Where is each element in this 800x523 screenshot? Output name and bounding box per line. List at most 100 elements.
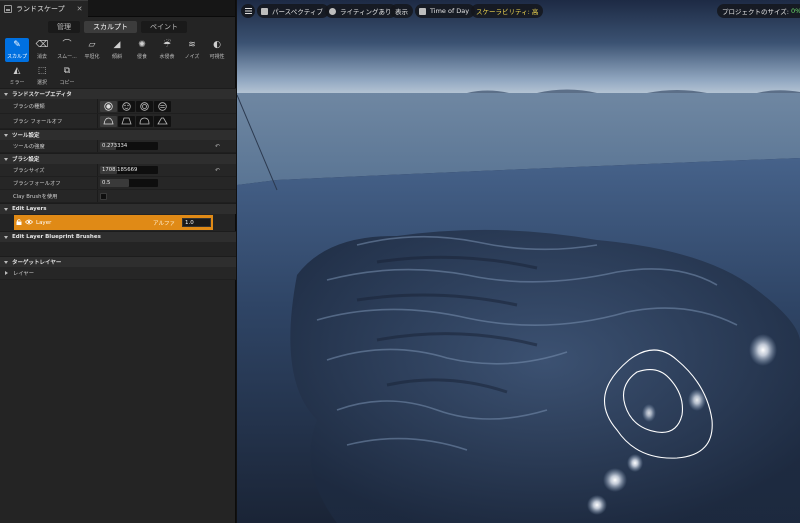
tool-strength-row: ツールの強度 0.273334 ↶ — [0, 140, 236, 153]
section-blueprint-brushes[interactable]: Edit Layer Blueprint Brushes — [0, 231, 236, 242]
brush-size-field[interactable]: 1708.185669 — [100, 166, 158, 174]
tool-strength-field[interactable]: 0.273334 — [100, 142, 158, 150]
tool-strength-label: ツールの強度 — [13, 144, 45, 150]
sun-icon — [419, 7, 426, 15]
tool-visibility[interactable]: ◐ 可視性 — [205, 38, 229, 62]
brush-falloff-value: 0.5 — [102, 180, 111, 186]
layer-name: Layer — [36, 219, 52, 226]
brush-falloff-type-label: ブラシ フォールオフ — [13, 119, 63, 125]
brush-circle-icon — [104, 101, 113, 111]
brush-size-value: 1708.185669 — [102, 167, 138, 173]
show-button[interactable]: 表示 — [390, 4, 413, 18]
section-landscape-editor[interactable]: ランドスケープエディタ — [0, 88, 236, 99]
brush-circle-button[interactable] — [100, 100, 117, 112]
reset-icon[interactable]: ↶ — [215, 167, 220, 174]
hydro-erosion-icon: ☔ — [162, 40, 172, 50]
lighting-button[interactable]: ライティングあり — [325, 4, 398, 18]
show-label: 表示 — [395, 8, 408, 16]
specular-highlight — [587, 495, 607, 515]
mode-paint-tab[interactable]: ペイント — [141, 21, 187, 33]
falloff-linear-button[interactable] — [118, 115, 135, 127]
time-of-day-label: Time of Day — [430, 7, 470, 15]
brush-alpha-icon — [122, 101, 131, 111]
section-title: ターゲットレイヤー — [12, 260, 62, 266]
falloff-spherical-icon — [139, 117, 150, 125]
layers-subsection[interactable]: レイヤー — [0, 267, 236, 280]
brush-falloff-field[interactable]: 0.5 — [100, 179, 158, 187]
scalability-button[interactable]: スケーラビリティ: 高 — [471, 4, 544, 18]
tool-label: コピー — [59, 80, 75, 86]
specular-highlight — [749, 334, 777, 366]
erase-icon: ⌫ — [35, 40, 49, 50]
tool-ramp[interactable]: ◢ 傾斜 — [105, 38, 129, 62]
clay-brush-label: Clay Brushを使用 — [13, 194, 58, 200]
layers-sub-label: レイヤー — [13, 271, 35, 277]
brush-alpha-button[interactable] — [118, 100, 135, 112]
mode-manage-tab[interactable]: 管理 — [48, 21, 80, 33]
section-tool-settings[interactable]: ツール設定 — [0, 129, 236, 140]
tool-label: 傾斜 — [111, 54, 122, 60]
landscape-scene[interactable] — [237, 0, 800, 523]
brush-component-icon — [158, 101, 167, 111]
expand-caret-icon — [5, 271, 8, 275]
tool-flatten[interactable]: ⏥ 平坦化 — [80, 38, 104, 62]
falloff-spherical-button[interactable] — [136, 115, 153, 127]
section-target-layers[interactable]: ターゲットレイヤー — [0, 256, 236, 267]
section-title: ブラシ設定 — [12, 157, 40, 163]
reset-icon[interactable]: ↶ — [215, 143, 220, 150]
brush-falloff-row: ブラシフォールオフ 0.5 — [0, 177, 236, 190]
brush-type-label: ブラシの種類 — [13, 104, 45, 110]
edit-layer-item[interactable]: Layer アルファ 1.0 — [14, 215, 213, 230]
section-title: Edit Layers — [12, 206, 47, 212]
tool-sculpt-brush[interactable]: ✎ スカルプ — [5, 38, 29, 62]
cube-icon — [261, 7, 268, 15]
alpha-label: アルファ — [153, 220, 175, 227]
eye-icon[interactable] — [25, 219, 33, 225]
landscape-panel: ランドスケープ ✕ 管理 スカルプト ペイント ✎ スカルプ ⌫ 消去 ⌒ スムー... ⏥… — [0, 0, 236, 523]
time-of-day-button[interactable]: Time of Day — [415, 4, 476, 18]
brush-falloff-type-row: ブラシ フォールオフ — [0, 114, 236, 129]
tool-smooth[interactable]: ⌒ スムー... — [55, 38, 79, 62]
tool-strength-value: 0.273334 — [102, 143, 128, 149]
clay-brush-checkbox[interactable] — [100, 192, 107, 200]
brush-pattern-button[interactable] — [136, 100, 153, 112]
collapse-caret-icon — [4, 92, 8, 96]
brush-size-label: ブラシサイズ — [13, 168, 45, 174]
select-icon: ⬚ — [37, 66, 47, 76]
falloff-tip-icon — [157, 117, 168, 125]
level-viewport[interactable]: パースペクティブ ライティングあり 表示 Time of Day スケーラビリテ… — [237, 0, 800, 523]
viewport-menu-button[interactable] — [241, 4, 255, 18]
lighting-icon — [329, 7, 336, 15]
lock-icon[interactable] — [16, 219, 22, 225]
tool-mirror[interactable]: ◭ ミラー — [5, 64, 29, 88]
perspective-button[interactable]: パースペクティブ — [257, 4, 329, 18]
tool-label: 選択 — [36, 80, 47, 86]
tool-erase[interactable]: ⌫ 消去 — [30, 38, 54, 62]
project-size-value: 0% — [791, 7, 800, 15]
tool-hydro-erosion[interactable]: ☔ 水侵食 — [155, 38, 179, 62]
close-icon[interactable]: ✕ — [77, 5, 83, 13]
brush-component-button[interactable] — [154, 100, 171, 112]
tool-select[interactable]: ⬚ 選択 — [30, 64, 54, 88]
landscape-tab[interactable]: ランドスケープ ✕ — [0, 0, 89, 17]
falloff-tip-button[interactable] — [154, 115, 171, 127]
specular-highlight — [627, 454, 643, 472]
tool-copy[interactable]: ⧉ コピー — [55, 64, 79, 88]
specular-highlight — [603, 468, 627, 492]
section-title: Edit Layer Blueprint Brushes — [12, 234, 101, 240]
tool-noise[interactable]: ≋ ノイズ — [180, 38, 204, 62]
tool-label: ミラー — [9, 80, 25, 86]
section-brush-settings[interactable]: ブラシ設定 — [0, 153, 236, 164]
specular-highlight — [642, 404, 656, 422]
mode-tabs: 管理 スカルプト ペイント — [0, 17, 235, 35]
sculpt-tool-grid: ✎ スカルプ ⌫ 消去 ⌒ スムー... ⏥ 平坦化 ◢ 傾斜 ✺ 侵食 ☔ 水侵食 ≋ ノイズ ◐ 可視性 ◭ ミラ… — [0, 35, 235, 88]
falloff-smooth-button[interactable] — [100, 115, 117, 127]
tool-erosion[interactable]: ✺ 侵食 — [130, 38, 154, 62]
section-edit-layers[interactable]: Edit Layers — [0, 203, 236, 214]
mode-sculpt-tab[interactable]: スカルプト — [84, 21, 137, 33]
details-panel: ランドスケープエディタ ブラシの種類 ブラシ フォールオフ ツール設定 ツールの… — [0, 88, 236, 280]
alpha-input[interactable]: 1.0 — [182, 218, 211, 227]
mirror-icon: ◭ — [13, 66, 21, 76]
brush-type-row: ブラシの種類 — [0, 99, 236, 114]
brush-size-row: ブラシサイズ 1708.185669 ↶ — [0, 164, 236, 177]
